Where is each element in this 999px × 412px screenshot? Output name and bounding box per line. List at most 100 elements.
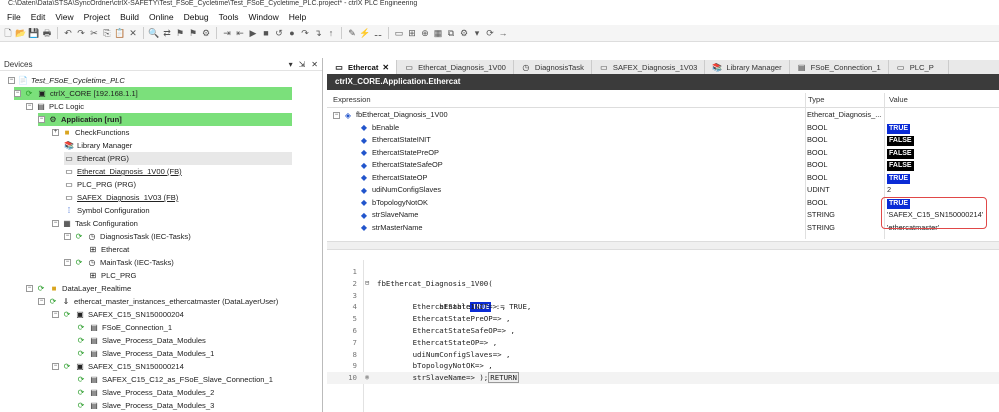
step-out-icon[interactable]: ↑ <box>325 27 337 39</box>
tree-item-ctrlx-core[interactable]: − ⟳ ▣ ctrlX_CORE [192.168.1.1] <box>14 87 292 100</box>
open-folder-icon[interactable]: 📂 <box>15 27 27 39</box>
tree-item-library-manager[interactable]: 📚 Library Manager <box>64 139 132 152</box>
collapse-icon[interactable]: − <box>64 233 71 240</box>
tree-item-application[interactable]: − ⚙ Application [run] <box>38 113 292 126</box>
code-line[interactable]: 9 bTopologyNotOK=> , <box>327 360 999 372</box>
tree-item-safex-204[interactable]: − ⟳ ▣ SAFEX_C15_SN150000204 <box>52 308 184 321</box>
dropdown-icon[interactable]: ▾ <box>471 27 483 39</box>
tree-item-project[interactable]: − 📄 Test_FSoE_Cycletime_PLC <box>8 74 125 87</box>
save-icon[interactable]: 💾 <box>28 27 40 39</box>
print-icon[interactable]: 🖶 <box>41 27 53 39</box>
tree-item-slave-pdm[interactable]: ⟳ ▤ Slave_Process_Data_Modules <box>76 334 206 347</box>
value-badge[interactable]: TRUE <box>887 123 911 134</box>
value-badge[interactable]: FALSE <box>887 161 914 171</box>
tree-item-diagnosis-task[interactable]: − ⟳ ◷ DiagnosisTask (IEC-Tasks) <box>64 230 191 243</box>
code-line[interactable]: 4 EthercatStateINIT=> , <box>327 301 999 313</box>
tree-item-check-functions[interactable]: + ■ CheckFunctions <box>52 126 129 139</box>
menu-view[interactable]: View <box>50 12 78 22</box>
logout-icon[interactable]: ⇤ <box>234 27 246 39</box>
tree-item-ethercat-master[interactable]: − ⟳ ⇓ ethercat_master_instances_ethercat… <box>38 295 278 308</box>
tab-ethercat[interactable]: ▭ Ethercat ✕ <box>327 60 398 74</box>
replace-icon[interactable]: ⇄ <box>161 27 173 39</box>
tab-fsoe-connection[interactable]: ▤ FSoE_Connection_1 <box>790 60 889 74</box>
code-line[interactable]: 6 EthercatStateSafeOP=> , <box>327 325 999 337</box>
tree-item-plc-prg-call[interactable]: ⊞ PLC_PRG <box>88 269 137 282</box>
collapse-icon[interactable]: − <box>26 285 33 292</box>
find-icon[interactable]: 🔍 <box>148 27 160 39</box>
value-badge[interactable]: FALSE <box>887 136 914 146</box>
network-icon[interactable]: ⊞ <box>406 27 418 39</box>
watch-row[interactable]: ◆ udiNumConfigSlaves UDINT 2 <box>327 184 999 197</box>
tree-item-plc-logic[interactable]: − ▤ PLC Logic <box>26 100 84 113</box>
grid-icon[interactable]: ▦ <box>432 27 444 39</box>
redo-icon[interactable]: ↷ <box>75 27 87 39</box>
write-values-icon[interactable]: ✎ <box>346 27 358 39</box>
split-icon[interactable]: ⧉ <box>445 27 457 39</box>
return-marker[interactable]: RETURN <box>488 372 519 384</box>
code-editor[interactable]: 1 2 ⊟ fbEthercat_Diagnosis_1V00( 3 bEnab… <box>327 260 999 412</box>
breakpoint-icon[interactable]: ● <box>286 27 298 39</box>
tab-ethercat-diagnosis[interactable]: ▭ Ethercat_Diagnosis_1V00 <box>397 60 514 74</box>
unforce-icon[interactable]: ⚋ <box>372 27 384 39</box>
tab-plc-prg[interactable]: ▭ PLC_P <box>889 60 949 74</box>
delete-icon[interactable]: ✕ <box>127 27 139 39</box>
new-file-icon[interactable]: 🗋 <box>2 27 14 39</box>
column-header-value[interactable]: Value <box>889 93 908 107</box>
menu-online[interactable]: Online <box>144 12 179 22</box>
paste-icon[interactable]: 📋 <box>114 27 126 39</box>
panel-menu-icon[interactable]: ▾ <box>289 60 293 69</box>
menu-edit[interactable]: Edit <box>26 12 51 22</box>
tree-item-fsoe-connection-1[interactable]: ⟳ ▤ FSoE_Connection_1 <box>76 321 172 334</box>
arrow-icon[interactable]: → <box>497 27 509 39</box>
tree-item-slave-pdm-1[interactable]: ⟳ ▤ Slave_Process_Data_Modules_1 <box>76 347 215 360</box>
tab-diagnosis-task[interactable]: ◷ DiagnosisTask <box>514 60 592 74</box>
code-line[interactable]: 2 ⊟ fbEthercat_Diagnosis_1V00( <box>327 278 999 290</box>
bookmark-icon[interactable]: ⚑ <box>174 27 186 39</box>
watch-row[interactable]: ◆ EthercatStateSafeOP BOOL FALSE <box>327 159 999 172</box>
tree-item-task-configuration[interactable]: − ▦ Task Configuration <box>52 217 138 230</box>
reset-icon[interactable]: ↺ <box>273 27 285 39</box>
watch-row[interactable]: ◆ bEnable BOOL TRUE <box>327 122 999 135</box>
tree-item-symbol-configuration[interactable]: ⁞ Symbol Configuration <box>64 204 150 217</box>
collapse-icon[interactable]: − <box>26 103 33 110</box>
value-text[interactable]: 2 <box>887 184 891 197</box>
tree-item-ethercat-call[interactable]: ⊞ Ethercat <box>88 243 130 256</box>
expand-icon[interactable]: + <box>52 129 59 136</box>
column-header-expression[interactable]: Expression <box>333 93 371 107</box>
copy-icon[interactable]: ⎘ <box>101 27 113 39</box>
value-badge[interactable]: FALSE <box>887 148 914 159</box>
tree-item-safex-214[interactable]: − ⟳ ▣ SAFEX_C15_SN150000214 <box>52 360 184 373</box>
value-badge[interactable]: TRUE <box>887 173 911 184</box>
force-values-icon[interactable]: ⚡ <box>359 27 371 39</box>
tree-item-ethercat-prg[interactable]: ▭ Ethercat (PRG) <box>64 152 292 165</box>
code-line-current[interactable]: 10 ◉ strSlaveName=> ); RETURN <box>327 372 999 384</box>
tree-item-slave-pdm-2[interactable]: ⟳ ▤ Slave_Process_Data_Modules_2 <box>76 386 215 399</box>
collapse-icon[interactable]: − <box>38 298 45 305</box>
collapse-icon[interactable]: − <box>52 311 59 318</box>
watch-row[interactable]: ◆ EthercatStateOP BOOL TRUE <box>327 172 999 185</box>
menu-help[interactable]: Help <box>284 12 311 22</box>
code-line[interactable]: 8 udiNumConfigSlaves=> , <box>327 349 999 361</box>
tree-item-plc-prg[interactable]: ▭ PLC_PRG (PRG) <box>64 178 136 191</box>
code-line[interactable]: 3 bEnable TRUE := TRUE, <box>327 290 999 313</box>
panel-pin-icon[interactable]: ⇲ <box>299 60 306 69</box>
menu-file[interactable]: File <box>2 12 26 22</box>
start-icon[interactable]: ▶ <box>247 27 259 39</box>
tree-item-slave-pdm-3[interactable]: ⟳ ▤ Slave_Process_Data_Modules_3 <box>76 399 215 412</box>
collapse-icon[interactable]: − <box>8 77 15 84</box>
step-into-icon[interactable]: ↴ <box>312 27 324 39</box>
menu-build[interactable]: Build <box>115 12 144 22</box>
code-line[interactable]: 5 EthercatStatePreOP=> , <box>327 313 999 325</box>
collapse-icon[interactable]: − <box>64 259 71 266</box>
stop-icon[interactable]: ■ <box>260 27 272 39</box>
tree-item-ethercat-diagnosis[interactable]: ▭ Ethercat_Diagnosis_1V00 (FB) <box>64 165 181 178</box>
collapse-icon[interactable]: − <box>38 116 45 123</box>
window-icon[interactable]: ▭ <box>393 27 405 39</box>
menu-project[interactable]: Project <box>79 12 115 22</box>
code-line[interactable]: 7 EthercatStateOP=> , <box>327 337 999 349</box>
tree-item-main-task[interactable]: − ⟳ ◷ MainTask (IEC-Tasks) <box>64 256 174 269</box>
tab-library-manager[interactable]: 📚 Library Manager <box>705 60 790 74</box>
step-over-icon[interactable]: ↷ <box>299 27 311 39</box>
watch-row[interactable]: ◆ EthercatStateINIT BOOL FALSE <box>327 134 999 147</box>
close-icon[interactable]: ✕ <box>382 63 389 72</box>
